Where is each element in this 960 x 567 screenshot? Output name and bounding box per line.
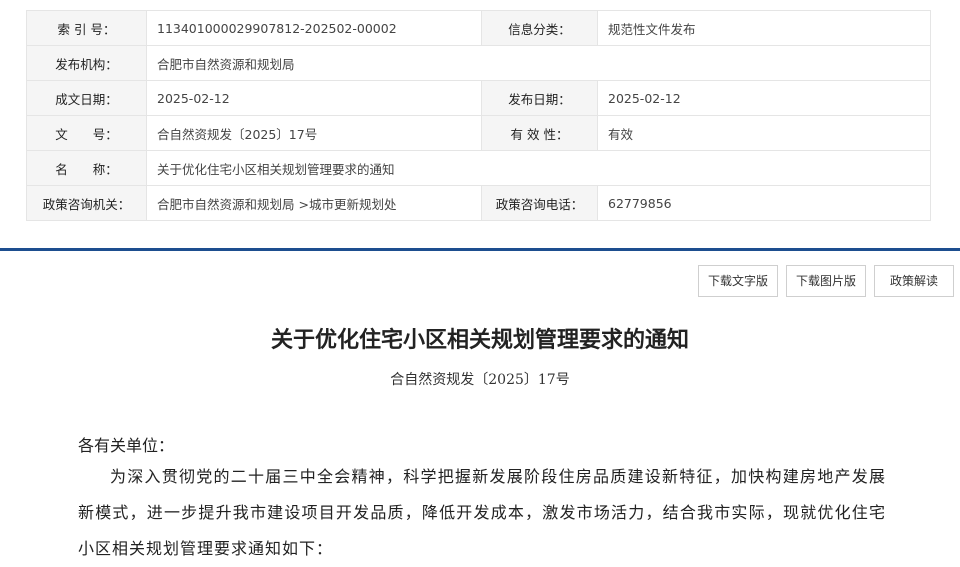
- category-label: 信息分类：: [481, 10, 598, 46]
- metadata-row: 文 号： 合自然资规发〔2025〕17号 有 效 性： 有效: [26, 115, 931, 151]
- issuer-value: 合肥市自然资源和规划局: [146, 45, 931, 81]
- index-label: 索 引 号：: [26, 10, 147, 46]
- document-salutation: 各有关单位：: [78, 436, 175, 455]
- document-title: 关于优化住宅小区相关规划管理要求的通知: [270, 327, 689, 353]
- document-metadata-table: 索 引 号： 113401000029907812-202502-00002 信…: [26, 10, 931, 221]
- pub-date-label: 发布日期：: [481, 80, 598, 116]
- docno-label: 文 号：: [26, 115, 147, 151]
- document-paragraph: 为深入贯彻党的二十届三中全会精神，科学把握新发展阶段住房品质建设新特征，加快构建…: [78, 467, 886, 558]
- date-label: 成文日期：: [26, 80, 147, 116]
- docno-value: 合自然资规发〔2025〕17号: [146, 115, 482, 151]
- validity-label: 有 效 性：: [481, 115, 598, 151]
- section-divider: [0, 248, 960, 251]
- category-value: 规范性文件发布: [597, 10, 931, 46]
- pub-date-value: 2025-02-12: [597, 80, 931, 116]
- validity-value: 有效: [597, 115, 931, 151]
- download-image-version-button[interactable]: 下载图片版: [786, 265, 866, 297]
- policy-interpretation-button[interactable]: 政策解读: [874, 265, 954, 297]
- metadata-row: 名 称： 关于优化住宅小区相关规划管理要求的通知: [26, 150, 931, 186]
- contact-org-value: 合肥市自然资源和规划局 >城市更新规划处: [146, 185, 482, 221]
- contact-phone-label: 政策咨询电话：: [481, 185, 598, 221]
- index-value: 113401000029907812-202502-00002: [146, 10, 482, 46]
- issuer-label: 发布机构：: [26, 45, 147, 81]
- download-text-version-button[interactable]: 下载文字版: [698, 265, 778, 297]
- contact-phone-value: 62779856: [597, 185, 931, 221]
- metadata-row: 索 引 号： 113401000029907812-202502-00002 信…: [26, 10, 931, 46]
- metadata-row: 成文日期： 2025-02-12 发布日期： 2025-02-12: [26, 80, 931, 116]
- contact-org-label: 政策咨询机关：: [26, 185, 147, 221]
- metadata-row: 发布机构： 合肥市自然资源和规划局: [26, 45, 931, 81]
- name-label: 名 称：: [26, 150, 147, 186]
- date-value: 2025-02-12: [146, 80, 482, 116]
- name-value: 关于优化住宅小区相关规划管理要求的通知: [146, 150, 931, 186]
- metadata-row: 政策咨询机关： 合肥市自然资源和规划局 >城市更新规划处 政策咨询电话： 627…: [26, 185, 931, 221]
- document-number: 合自然资规发〔2025〕17号: [390, 372, 570, 388]
